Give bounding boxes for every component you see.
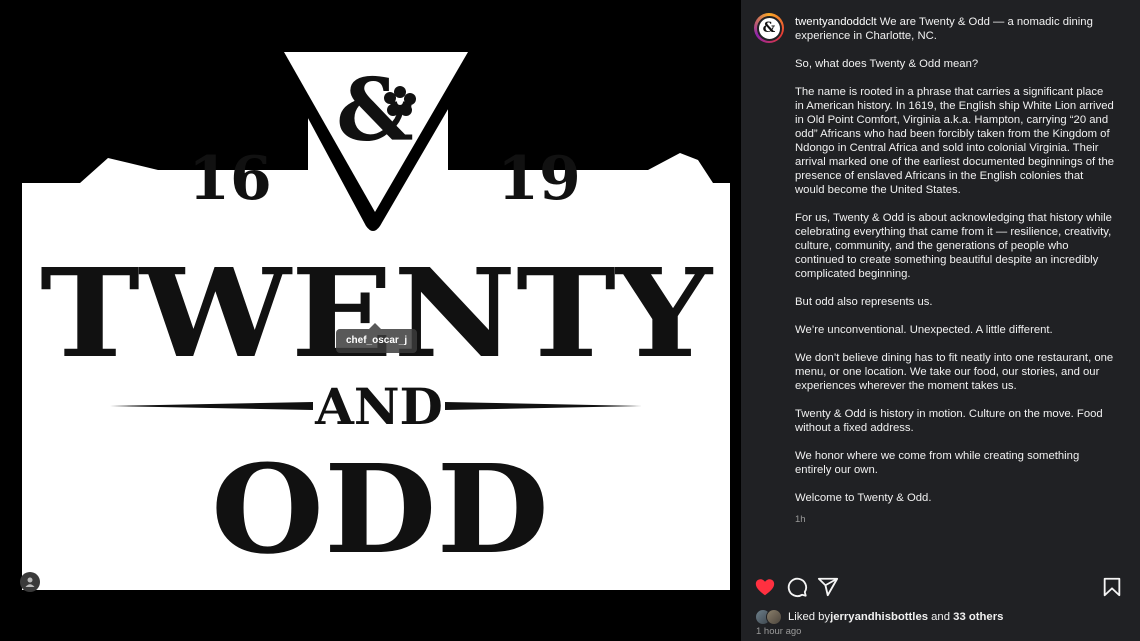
post-details-panel: & twentyandoddclt We are Twenty & Odd — … (741, 0, 1140, 641)
liker-avatar (766, 609, 782, 625)
share-icon (817, 577, 839, 597)
bookmark-icon (1103, 577, 1121, 597)
caption-paragraph: We honor where we come from while creati… (795, 450, 1080, 476)
author-avatar[interactable]: & (754, 13, 784, 43)
like-button[interactable] (754, 576, 776, 598)
user-tag[interactable]: chef_oscar_j (336, 323, 418, 353)
comment-button[interactable] (786, 576, 808, 598)
avatar-logo: & (756, 15, 782, 41)
caption-timestamp[interactable]: 1h (795, 513, 1115, 527)
liked-by-user-link[interactable]: jerryandhisbottles (830, 611, 928, 623)
share-button[interactable] (817, 576, 839, 598)
likes-summary: Liked by jerryandhisbottles and 33 other… (755, 608, 1003, 626)
save-button[interactable] (1101, 576, 1123, 598)
likes-others-link[interactable]: 33 others (953, 611, 1003, 623)
person-icon (25, 577, 35, 587)
post-image[interactable]: & 16 19 TWENTY AND ODD (8, 0, 741, 641)
caption-paragraph: So, what does Twenty & Odd mean? (795, 58, 979, 70)
caption-paragraph: But odd also represents us. (795, 296, 933, 308)
word-twenty: TWENTY (40, 241, 714, 385)
poster-graphic: & 16 19 TWENTY AND ODD (8, 0, 741, 641)
action-bar (741, 572, 1140, 602)
caption-first-line: twentyandoddclt We are Twenty & Odd — a … (795, 15, 1115, 43)
heart-icon (755, 579, 775, 596)
year-left: 16 (188, 144, 272, 214)
tagged-users-button[interactable] (20, 572, 40, 592)
post-timestamp[interactable]: 1 hour ago (756, 626, 801, 637)
caption-paragraph: For us, Twenty & Odd is about acknowledg… (795, 212, 1112, 280)
word-and: AND (314, 377, 443, 436)
caption-paragraph: The name is rooted in a phrase that carr… (795, 86, 1115, 196)
word-odd: ODD (211, 437, 549, 581)
caption-paragraph: Welcome to Twenty & Odd. (795, 492, 932, 504)
likes-prefix: Liked by (788, 611, 831, 623)
caption-paragraph: We don’t believe dining has to fit neatl… (795, 352, 1114, 392)
caption-paragraph: We’re unconventional. Unexpected. A litt… (795, 324, 1053, 336)
caption-paragraph: Twenty & Odd is history in motion. Cultu… (795, 408, 1103, 434)
year-right: 19 (497, 144, 581, 214)
comment-icon (787, 577, 808, 598)
author-username[interactable]: twentyandoddclt (795, 16, 877, 28)
post-media[interactable]: & 16 19 TWENTY AND ODD chef_oscar_j (0, 0, 741, 641)
likes-and: and (928, 611, 954, 623)
post-caption: twentyandoddclt We are Twenty & Odd — a … (795, 15, 1115, 527)
liker-avatars[interactable] (755, 609, 782, 625)
caption-scroll-area[interactable]: & twentyandoddclt We are Twenty & Odd — … (741, 0, 1140, 565)
